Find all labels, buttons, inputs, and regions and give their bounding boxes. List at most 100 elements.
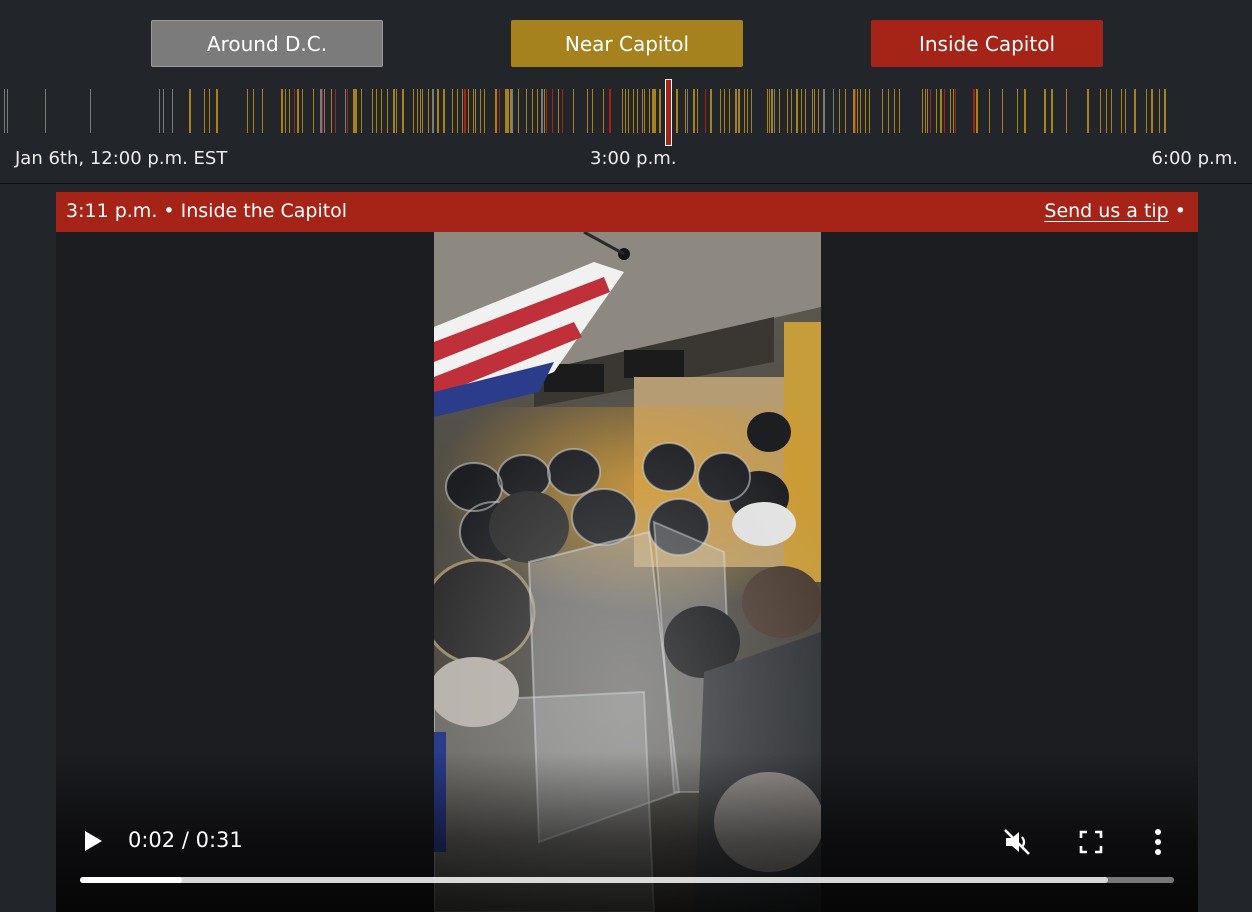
timeline-tick	[376, 89, 377, 133]
timeline-tick	[532, 89, 533, 133]
timeline-tick	[771, 89, 773, 133]
timeline-tick	[473, 89, 474, 133]
timeline-tick	[633, 89, 634, 133]
timeline-tick	[637, 89, 638, 133]
timeline-tick	[462, 89, 463, 133]
timeline-tick	[544, 89, 545, 133]
timeline-tick	[622, 89, 623, 133]
timeline-strip[interactable]	[0, 89, 1252, 135]
timeline-tick	[281, 89, 283, 133]
timeline-tick	[729, 89, 730, 133]
timeline-tick	[443, 89, 445, 133]
timeline-tick	[735, 89, 737, 133]
timeline-tick	[396, 89, 397, 133]
timeline-tick	[944, 89, 945, 133]
timeline-tick	[562, 89, 563, 133]
timeline-tick	[209, 89, 210, 133]
timeline-tick	[4, 89, 5, 133]
timeline-tick	[787, 89, 788, 133]
timeline-tick	[413, 89, 414, 133]
timeline-tick	[894, 89, 895, 133]
timeline-tick	[940, 89, 942, 133]
timeline-tick	[297, 89, 299, 133]
timeline-tick	[417, 89, 418, 133]
timeline-tick	[1125, 89, 1126, 133]
timeline-tick	[697, 89, 698, 133]
timeline-tick	[1146, 89, 1147, 133]
timeline-tick	[313, 89, 314, 133]
timeline-tick	[484, 89, 485, 133]
timeline-tick	[512, 89, 513, 133]
timeline-tick	[888, 89, 889, 133]
timeline-tick	[936, 89, 937, 133]
timeline-tick	[289, 89, 290, 133]
timeline-tick	[642, 89, 643, 133]
timeline-tick	[687, 89, 688, 133]
timeline-tick	[537, 89, 538, 133]
timeline-tick	[1111, 89, 1112, 133]
timeline-tick	[90, 89, 91, 133]
timeline-tick	[464, 89, 466, 133]
timeline-tick	[7, 89, 8, 133]
timeline-app: Around D.C. Near Capitol Inside Capitol …	[0, 0, 1252, 912]
fullscreen-icon[interactable]	[1079, 830, 1103, 854]
timeline-tick	[823, 89, 825, 133]
timeline-tick	[432, 89, 434, 133]
timeline-tick	[976, 89, 978, 133]
timeline-tick	[922, 89, 923, 133]
timeline-start-label: Jan 6th, 12:00 p.m. EST	[15, 148, 228, 169]
timeline-tick	[925, 89, 926, 133]
timeline-tick	[552, 89, 553, 133]
timeline-current-marker[interactable]	[665, 79, 672, 146]
timeline-tick	[710, 89, 712, 133]
more-vertical-icon[interactable]	[1152, 828, 1164, 856]
video-progress-bar[interactable]	[80, 877, 1174, 883]
send-tip-link[interactable]: Send us a tip	[1044, 200, 1168, 222]
timeline-tick	[720, 89, 721, 133]
panel-header: 3:11 p.m. • Inside the Capitol Send us a…	[56, 192, 1198, 232]
timeline-tick	[973, 89, 975, 133]
video-progress-fill	[80, 877, 182, 883]
timeline-tick	[1106, 89, 1107, 133]
timeline-end-label: 6:00 p.m.	[1151, 148, 1238, 169]
play-icon[interactable]	[82, 828, 104, 854]
muted-speaker-icon[interactable]	[1002, 827, 1032, 857]
timeline-tick	[587, 89, 588, 133]
divider	[0, 183, 1252, 184]
timeline-tick	[805, 89, 806, 133]
filter-inside-capitol-button[interactable]: Inside Capitol	[871, 20, 1103, 67]
timeline-tick	[738, 89, 740, 133]
timeline-tick	[1066, 89, 1067, 133]
timeline-tick	[855, 89, 856, 133]
video-player[interactable]	[434, 232, 821, 912]
timeline-mid-label: 3:00 p.m.	[590, 148, 677, 169]
timeline-tick	[1044, 89, 1046, 133]
timeline-tick	[189, 89, 191, 133]
filter-near-capitol-button[interactable]: Near Capitol	[511, 20, 743, 67]
timeline-tick	[774, 89, 775, 133]
timeline-tick	[989, 89, 990, 133]
timeline-tick	[751, 89, 752, 133]
timeline-tick	[324, 89, 325, 133]
timeline-tick	[609, 89, 611, 133]
timeline-tick	[468, 89, 469, 133]
filter-around-dc-button[interactable]: Around D.C.	[151, 20, 383, 67]
timeline-tick	[779, 89, 780, 133]
timeline-tick	[769, 89, 770, 133]
timeline-tick	[724, 89, 725, 133]
timeline-tick	[428, 89, 429, 133]
timeline-tick	[857, 89, 858, 133]
timeline-tick	[814, 89, 815, 133]
timeline-tick	[649, 89, 650, 133]
timeline-tick	[499, 89, 500, 133]
timeline-tick	[495, 89, 497, 133]
timeline-tick	[927, 89, 928, 133]
timeline-tick	[372, 89, 373, 133]
timeline-tick	[345, 89, 346, 133]
timeline-tick	[869, 89, 870, 133]
timeline-tick	[247, 89, 248, 133]
timeline-tick	[592, 89, 593, 133]
timeline-tick	[253, 89, 254, 133]
timeline-tick	[285, 89, 286, 133]
timeline-tick	[546, 89, 547, 133]
